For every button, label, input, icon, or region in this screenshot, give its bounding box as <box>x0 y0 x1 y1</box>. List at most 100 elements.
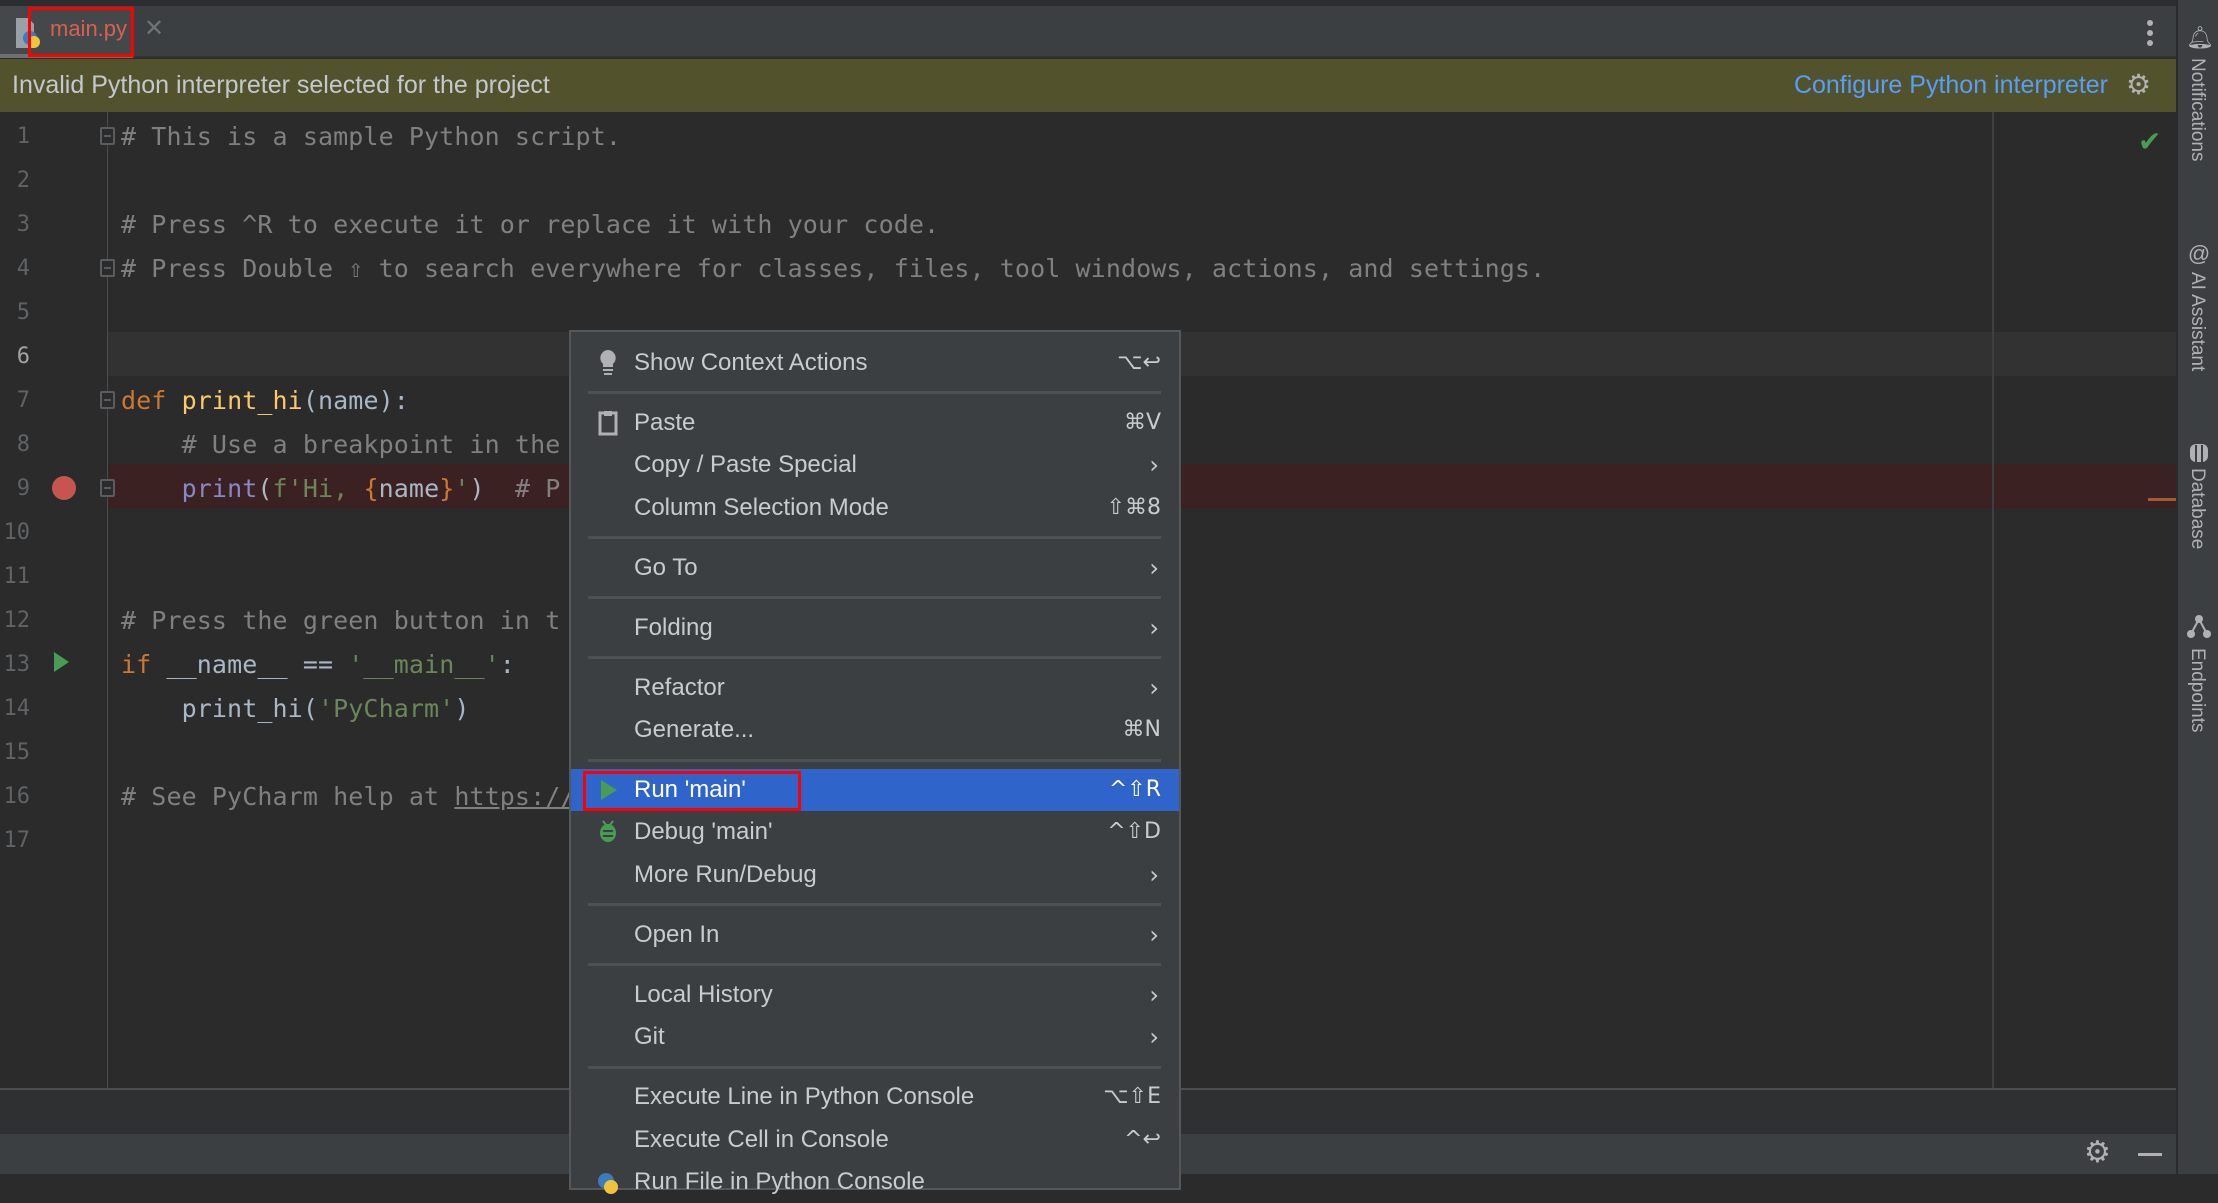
menu-item-label: Git <box>634 1023 665 1051</box>
paren: ) <box>454 694 470 723</box>
fold-marker-icon[interactable] <box>100 127 115 145</box>
line-number: 3 <box>16 212 30 237</box>
keyword: def <box>121 386 167 415</box>
chevron-right-icon: › <box>1149 451 1159 480</box>
help-link[interactable]: https:// <box>454 782 575 811</box>
menu-item-run-file-in-python-console[interactable]: Run File in Python Console <box>571 1161 1179 1203</box>
string: ' <box>454 474 470 503</box>
menu-item-refactor[interactable]: Refactor › <box>571 667 1179 709</box>
error-stripe-marker[interactable] <box>2148 498 2176 501</box>
menu-item-execute-line-in-python-console[interactable]: Execute Line in Python Console ⌥⇧E <box>571 1076 1179 1118</box>
code-line-4: # Press Double ⇧ to search everywhere fo… <box>121 254 1546 283</box>
menu-item-label: Execute Cell in Console <box>634 1125 889 1153</box>
paren: ( <box>257 474 273 503</box>
menu-item-git[interactable]: Git › <box>571 1016 1179 1058</box>
string: f'Hi, <box>272 474 364 503</box>
menu-item-shortcut: ^⇧D <box>1107 819 1161 845</box>
call: print_hi( <box>121 694 318 723</box>
inspection-ok-check-icon[interactable]: ✔ <box>2138 128 2161 156</box>
line-number: 4 <box>16 256 30 281</box>
line-number: 17 <box>3 828 31 853</box>
menu-item-column-selection-mode[interactable]: Column Selection Mode ⇧⌘8 <box>571 487 1179 529</box>
params: (name): <box>302 386 409 415</box>
string: '__main__' <box>348 650 500 679</box>
menu-item-shortcut: ⌥↩ <box>1117 350 1161 375</box>
builtin: print <box>181 474 258 503</box>
fold-marker-icon[interactable] <box>100 479 115 497</box>
line-number: 5 <box>16 300 30 325</box>
menu-item-shortcut: ⌘V <box>1123 409 1161 435</box>
chevron-right-icon: › <box>1149 920 1159 949</box>
line-number: 11 <box>3 564 31 589</box>
bell-icon: 🔔︎ <box>2186 25 2214 50</box>
menu-separator <box>571 896 1179 914</box>
line-number: 6 <box>16 344 30 369</box>
minimize-icon[interactable] <box>2138 1153 2162 1156</box>
menu-item-more-run-debug[interactable]: More Run/Debug › <box>571 854 1179 896</box>
menu-item-label: Show Context Actions <box>634 349 868 376</box>
menu-item-shortcut: ⌘N <box>1122 717 1161 743</box>
variable: name <box>378 474 440 503</box>
fold-marker-icon[interactable] <box>100 259 115 277</box>
ai-assistant-icon: @ <box>2187 241 2211 266</box>
menu-item-label: Open In <box>634 920 720 948</box>
chevron-right-icon: › <box>1149 613 1159 642</box>
menu-item-label: Copy / Paste Special <box>634 451 857 479</box>
sidebar-item-ai-assistant[interactable]: AI Assistant <box>2186 272 2208 371</box>
menu-item-label: Debug 'main' <box>634 818 773 846</box>
menu-item-copy-paste-special[interactable]: Copy / Paste Special › <box>571 444 1179 486</box>
close-tab-icon[interactable]: ✕ <box>144 14 164 43</box>
line-number: 1 <box>16 124 30 149</box>
right-margin-guide <box>1992 112 1994 1088</box>
menu-separator <box>571 589 1179 607</box>
database-icon <box>2190 444 2208 462</box>
context-menu: Show Context Actions ⌥↩ Paste ⌘V Copy / Past… <box>569 330 1181 1195</box>
function-name: print_hi <box>181 386 303 415</box>
chevron-right-icon: › <box>1149 860 1159 889</box>
menu-item-show-context-actions[interactable]: Show Context Actions ⌥↩ <box>571 342 1179 384</box>
menu-item-debug-main[interactable]: Debug 'main' ^⇧D <box>571 811 1179 853</box>
menu-item-shortcut: ^⇧R <box>1108 777 1161 803</box>
menu-item-execute-cell-in-console[interactable]: Execute Cell in Console ^↩ <box>571 1119 1179 1161</box>
menu-item-label: More Run/Debug <box>634 860 817 888</box>
menu-item-paste[interactable]: Paste ⌘V <box>571 402 1179 444</box>
menu-item-shortcut: ⌥⇧E <box>1103 1084 1161 1110</box>
code-line-12: # Press the green button in t <box>121 606 561 635</box>
sidebar-item-endpoints[interactable]: Endpoints <box>2186 648 2208 733</box>
code-line-7: def print_hi(name): <box>121 379 409 423</box>
right-tool-sidebar: 🔔︎ Notifications @ AI Assistant Database… <box>2176 0 2218 1174</box>
menu-item-label: Refactor <box>634 673 725 701</box>
code-line-14: print_hi('PyCharm') <box>121 687 470 731</box>
string: 'PyCharm' <box>317 694 455 723</box>
line-number: 13 <box>3 652 31 677</box>
gear-icon[interactable]: ⚙ <box>2126 71 2151 99</box>
menu-item-go-to[interactable]: Go To › <box>571 547 1179 589</box>
annotation-highlight-box <box>583 771 801 811</box>
editor-tab-bar: main.py ✕ <box>0 6 2176 58</box>
menu-item-label: Execute Line in Python Console <box>634 1083 975 1111</box>
chevron-right-icon: › <box>1149 673 1159 702</box>
code-line-1: # This is a sample Python script. <box>121 122 621 151</box>
gear-icon[interactable]: ⚙ <box>2084 1138 2111 1168</box>
line-number: 2 <box>16 168 30 193</box>
menu-item-local-history[interactable]: Local History › <box>571 974 1179 1016</box>
more-options-icon[interactable] <box>2143 20 2157 50</box>
code-line-16: # See PyCharm help at https:// <box>121 775 576 819</box>
clipboard-icon <box>593 408 623 438</box>
menu-item-open-in[interactable]: Open In › <box>571 914 1179 956</box>
sidebar-item-database[interactable]: Database <box>2186 468 2208 549</box>
configure-interpreter-link[interactable]: Configure Python interpreter <box>1794 71 2108 100</box>
menu-separator <box>571 1059 1179 1077</box>
menu-item-label: Go To <box>634 553 698 581</box>
comment: # See PyCharm help at <box>121 782 455 811</box>
run-gutter-icon[interactable] <box>54 652 69 672</box>
sidebar-item-notifications[interactable]: Notifications <box>2186 58 2208 162</box>
breakpoint-icon[interactable] <box>52 476 76 500</box>
menu-item-generate[interactable]: Generate... ⌘N <box>571 709 1179 751</box>
fold-marker-icon[interactable] <box>100 391 115 409</box>
menu-item-folding[interactable]: Folding › <box>571 607 1179 649</box>
line-number: 15 <box>3 740 31 765</box>
line-number: 9 <box>16 476 30 501</box>
interpreter-warning-banner: Invalid Python interpreter selected for … <box>0 59 2176 112</box>
